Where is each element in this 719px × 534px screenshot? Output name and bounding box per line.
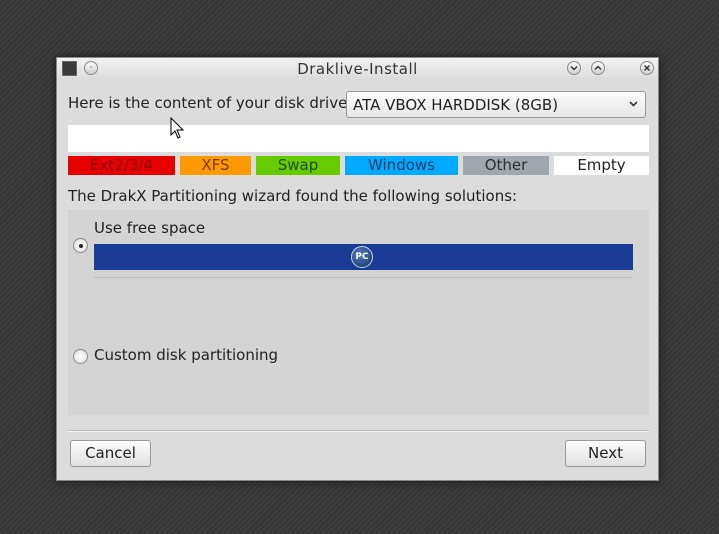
- pclinuxos-logo-icon: PC: [351, 246, 373, 268]
- drive-dropdown[interactable]: ATA VBOX HARDDISK (8GB): [346, 91, 646, 118]
- cancel-button[interactable]: Cancel: [70, 440, 151, 467]
- drive-label: Here is the content of your disk drive: [68, 94, 348, 112]
- mouse-cursor-icon: [170, 117, 185, 139]
- maximize-button[interactable]: [591, 61, 605, 75]
- next-button[interactable]: Next: [565, 440, 646, 467]
- use-free-space-label[interactable]: Use free space: [94, 219, 205, 237]
- radio-selected-dot: [79, 244, 83, 248]
- legend-xfs: XFS: [180, 156, 251, 175]
- close-button[interactable]: [640, 61, 654, 75]
- chevron-up-icon: [594, 65, 602, 70]
- install-window: · Draklive-Install Here is the content o…: [56, 57, 659, 481]
- custom-partitioning-label[interactable]: Custom disk partitioning: [94, 346, 278, 364]
- legend-ext234: Ext2/3/4: [68, 156, 175, 175]
- minimize-button[interactable]: [567, 61, 581, 75]
- custom-partitioning-radio[interactable]: [73, 349, 88, 364]
- wizard-message: The DrakX Partitioning wizard found the …: [68, 187, 518, 205]
- solutions-panel: Use free space PC Custom disk partitioni…: [68, 210, 649, 415]
- partition-bar[interactable]: PC: [94, 244, 633, 270]
- title-bar[interactable]: · Draklive-Install: [57, 58, 658, 79]
- disk-map-bar: [68, 125, 649, 152]
- use-free-space-radio[interactable]: [73, 238, 88, 253]
- legend-other: Other: [463, 156, 549, 175]
- button-divider: [68, 430, 649, 432]
- close-icon: [644, 65, 650, 71]
- chevron-down-icon: [628, 95, 639, 117]
- legend-swap: Swap: [256, 156, 340, 175]
- drive-dropdown-value: ATA VBOX HARDDISK (8GB): [353, 96, 559, 114]
- chevron-down-icon: [570, 66, 578, 71]
- legend-empty: Empty: [554, 156, 649, 175]
- legend-windows: Windows: [345, 156, 458, 175]
- options-separator: [94, 277, 633, 278]
